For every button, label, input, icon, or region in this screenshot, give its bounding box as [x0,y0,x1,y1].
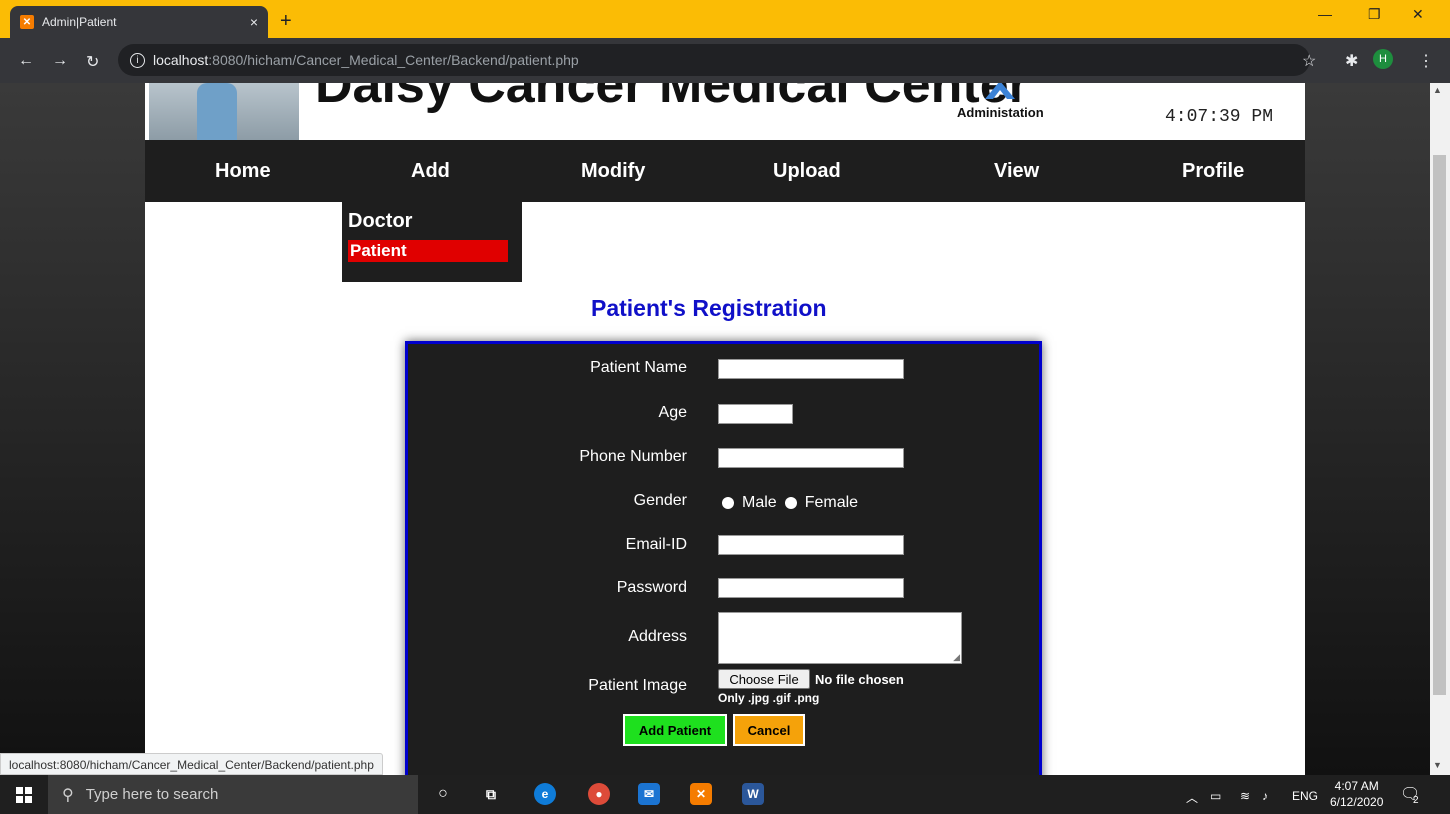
mail-icon[interactable]: ✉ [638,783,660,805]
header-doctor-photo [149,83,299,140]
tray-chevron-icon[interactable]: ︿ [1186,789,1198,806]
nav-upload[interactable]: Upload [773,160,841,183]
phone-input[interactable] [718,448,904,468]
bookmark-star-icon[interactable]: ☆ [1302,51,1316,71]
doctor-figure [197,83,237,140]
patient-name-input[interactable] [718,359,904,379]
nav-profile[interactable]: Profile [1182,160,1244,183]
registration-form: Patient Name Age Phone Number Gender Mal… [405,341,1042,775]
status-bar-url: localhost:8080/hicham/Cancer_Medical_Cen… [0,753,383,775]
word-icon[interactable]: W [742,783,764,805]
menu-kebab-icon[interactable]: ⋮ [1418,51,1434,71]
clock: 4:07:39 PM [1165,107,1274,127]
restore-icon[interactable]: ❐ [1368,6,1381,23]
chrome-icon[interactable]: ● [588,783,610,805]
url-host: localhost [153,52,209,68]
dropdown-item-patient[interactable]: Patient [348,240,508,262]
browser-tab-bar: ✕ Admin|Patient × + — ❐ ✕ [0,0,1450,38]
forward-icon[interactable]: → [52,52,68,70]
wifi-icon[interactable]: ≋ [1240,789,1250,803]
minimize-icon[interactable]: — [1318,6,1332,22]
resize-grip-icon[interactable]: ◢ [953,652,960,663]
male-label: Male [742,494,777,511]
reload-icon[interactable]: ↻ [86,52,99,72]
tab-close-icon[interactable]: × [250,14,258,30]
label-gender: Gender [633,492,687,509]
male-radio[interactable] [722,497,734,509]
address-bar[interactable]: i localhost :8080/hicham/Cancer_Medical_… [118,44,1310,76]
page-content: Daisy Cancer Medical Center Administatio… [145,83,1305,775]
browser-toolbar: ← → ↻ i localhost :8080/hicham/Cancer_Me… [0,38,1450,83]
browser-tab[interactable]: ✕ Admin|Patient × [10,6,268,38]
search-placeholder: Type here to search [85,786,219,803]
nav-add[interactable]: Add [411,160,450,183]
battery-icon[interactable]: ▭ [1210,789,1221,803]
windows-start-icon[interactable] [16,787,32,803]
age-input[interactable] [718,404,793,424]
site-title: Daisy Cancer Medical Center [315,83,1029,114]
choose-file-button[interactable]: Choose File [718,669,810,689]
info-icon[interactable]: i [130,52,145,68]
file-status: No file chosen [815,672,904,687]
gender-radio-group: Male Female [722,494,866,512]
admin-logo-icon [985,83,1015,99]
profile-avatar[interactable]: H [1373,49,1393,69]
search-icon: ⚲ [62,786,74,804]
nav-home[interactable]: Home [215,160,271,183]
main-nav: Home Add Modify Upload View Profile [145,140,1305,202]
label-email: Email-ID [625,536,687,553]
cancel-button[interactable]: Cancel [733,714,805,746]
url-path: :8080/hicham/Cancer_Medical_Center/Backe… [208,52,579,68]
label-age: Age [658,404,687,421]
label-patient-name: Patient Name [590,359,687,376]
taskbar-search[interactable]: ⚲ Type here to search [48,775,418,814]
tab-title: Admin|Patient [42,15,117,29]
scroll-down-icon[interactable]: ▼ [1433,760,1442,770]
task-view-icon[interactable]: ⧉ [480,783,502,805]
taskbar-clock[interactable]: 4:07 AM 6/12/2020 [1330,778,1383,810]
admin-label: Administation [957,105,1044,120]
file-type-hint: Only .jpg .gif .png [718,691,820,705]
female-radio[interactable] [784,497,797,509]
scroll-up-icon[interactable]: ▲ [1433,85,1442,95]
form-title: Patient's Registration [591,295,827,321]
password-input[interactable] [718,578,904,598]
label-address: Address [628,628,687,645]
language-indicator[interactable]: ENG [1292,789,1318,803]
page-viewport: Daisy Cancer Medical Center Administatio… [0,83,1430,775]
windows-taskbar: ⚲ Type here to search [0,775,1450,814]
notification-count: 2 [1413,795,1419,806]
address-textarea[interactable]: ◢ [718,612,962,664]
edge-icon[interactable]: e [534,783,556,805]
taskbar-date: 6/12/2020 [1330,795,1384,809]
female-label: Female [804,494,859,511]
label-patient-image: Patient Image [588,677,687,694]
nav-modify[interactable]: Modify [581,160,645,183]
xampp-favicon-icon: ✕ [20,15,34,29]
cortana-icon[interactable]: ○ [432,783,454,805]
close-window-icon[interactable]: ✕ [1412,6,1424,23]
xampp-icon[interactable]: ✕ [690,783,712,805]
email-input[interactable] [718,535,904,555]
back-icon[interactable]: ← [18,52,34,70]
new-tab-button[interactable]: + [280,10,292,33]
nav-view[interactable]: View [994,160,1039,183]
add-dropdown-menu: Doctor Patient [342,202,522,282]
dropdown-item-doctor[interactable]: Doctor [348,210,412,233]
label-phone: Phone Number [579,448,687,465]
scrollbar-thumb[interactable] [1433,155,1446,695]
taskbar-time: 4:07 AM [1334,779,1379,793]
extensions-puzzle-icon[interactable]: ✱ [1345,51,1358,71]
volume-icon[interactable]: ♪ [1262,789,1268,803]
add-patient-button[interactable]: Add Patient [623,714,727,746]
label-password: Password [616,579,687,596]
